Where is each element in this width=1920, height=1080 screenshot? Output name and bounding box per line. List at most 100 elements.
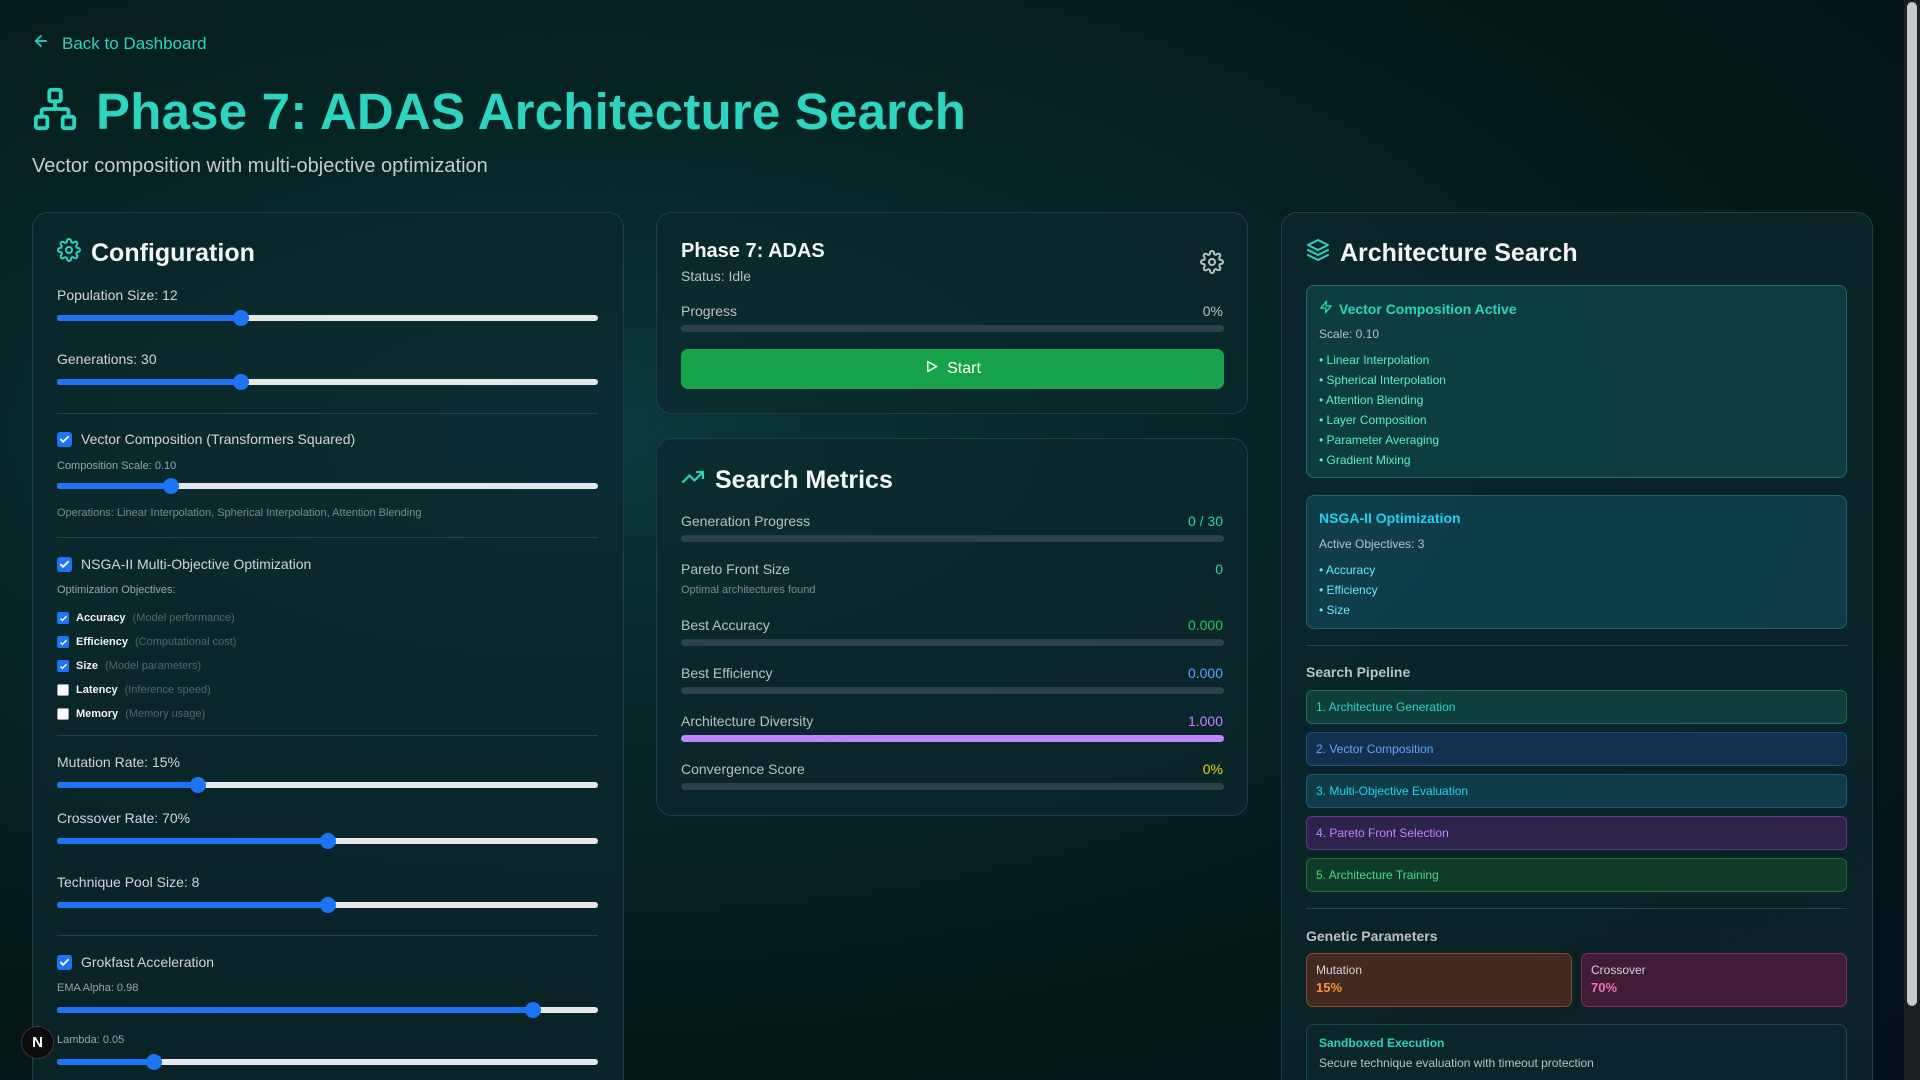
objective-desc: (Computational cost): [134, 636, 237, 648]
best-accuracy-value: 0.000: [1187, 617, 1223, 633]
objective-desc: (Inference speed): [124, 684, 211, 696]
vector-active-header: Vector Composition Active: [1319, 300, 1517, 317]
sandbox-panel: Sandboxed Execution Secure technique eva…: [1306, 1024, 1847, 1080]
pipeline-step: 1. Architecture Generation: [1306, 690, 1847, 724]
objective-efficiency[interactable]: Efficiency (Computational cost): [57, 630, 236, 654]
progress-percent: 0%: [1202, 303, 1223, 319]
convergence-label: Convergence Score: [681, 761, 805, 777]
vector-item: • Attention Blending: [1319, 393, 1424, 407]
diversity-bar: [681, 735, 1224, 742]
objective-checkbox[interactable]: [57, 708, 69, 720]
mutation-param-box: Mutation 15%: [1306, 953, 1572, 1007]
grokfast-checkbox[interactable]: [57, 954, 72, 970]
objective-accuracy[interactable]: Accuracy (Model performance): [57, 606, 236, 630]
page-title: Phase 7: ADAS Architecture Search: [96, 83, 967, 140]
objectives-list: Accuracy (Model performance) Efficiency …: [57, 606, 236, 726]
scrollbar-thumb[interactable]: [1907, 2, 1917, 1006]
slider-thumb[interactable]: [319, 897, 336, 913]
nsga-checkbox[interactable]: [57, 556, 72, 572]
search-pipeline-title: Search Pipeline: [1306, 664, 1411, 680]
objective-checkbox[interactable]: [57, 612, 69, 624]
architecture-search-header: Architecture Search: [1306, 238, 1578, 269]
slider-thumb[interactable]: [232, 374, 249, 390]
mutation-rate-slider[interactable]: [57, 777, 598, 793]
convergence-value: 0%: [1202, 761, 1223, 777]
objective-desc: (Memory usage): [125, 708, 206, 720]
best-accuracy-bar: [681, 639, 1224, 646]
nsga-active-objectives: Active Objectives: 3: [1319, 537, 1425, 551]
objective-name: Memory: [76, 708, 119, 720]
best-efficiency-value: 0.000: [1187, 665, 1223, 681]
divider: [57, 935, 598, 936]
gear-icon: [57, 238, 81, 269]
composition-scale-label: Composition Scale: 0.10: [57, 460, 177, 472]
composition-scale-slider[interactable]: [57, 478, 598, 494]
best-efficiency-bar: [681, 687, 1224, 694]
mutation-rate-label: Mutation Rate: 15%: [57, 754, 180, 770]
divider: [57, 735, 598, 736]
genetic-params-title: Genetic Parameters: [1306, 928, 1438, 944]
mutation-param-label: Mutation: [1316, 963, 1363, 977]
phase-status: Status: Idle: [681, 268, 752, 284]
phase-title: Phase 7: ADAS: [681, 240, 825, 262]
generation-progress-value: 0 / 30: [1187, 513, 1223, 529]
layers-icon: [1306, 238, 1330, 269]
pareto-front-sub: Optimal architectures found: [681, 584, 816, 596]
page-scrollbar[interactable]: [1904, 0, 1920, 1080]
search-metrics-header: Search Metrics: [681, 465, 893, 496]
operations-text: Operations: Linear Interpolation, Spheri…: [57, 507, 422, 519]
objective-size[interactable]: Size (Model parameters): [57, 654, 236, 678]
page-header: Phase 7: ADAS Architecture Search: [32, 82, 966, 141]
sandbox-title: Sandboxed Execution: [1319, 1036, 1445, 1050]
lambda-slider[interactable]: [57, 1054, 598, 1070]
crossover-param-value: 70%: [1591, 980, 1618, 995]
vector-scale: Scale: 0.10: [1319, 327, 1380, 341]
architecture-search-title: Architecture Search: [1340, 239, 1578, 267]
vector-item: • Layer Composition: [1319, 413, 1427, 427]
start-button[interactable]: Start: [681, 349, 1224, 389]
vector-composition-checkbox[interactable]: [57, 431, 72, 447]
generation-progress-bar: [681, 535, 1224, 542]
population-size-slider[interactable]: [57, 310, 598, 326]
technique-pool-label: Technique Pool Size: 8: [57, 874, 200, 890]
floating-n-badge[interactable]: N: [21, 1026, 54, 1059]
crossover-rate-label: Crossover Rate: 70%: [57, 810, 191, 826]
back-to-dashboard-link[interactable]: Back to Dashboard: [32, 32, 207, 55]
slider-thumb[interactable]: [162, 478, 179, 494]
diversity-label: Architecture Diversity: [681, 713, 814, 729]
grokfast-label: Grokfast Acceleration: [81, 954, 215, 970]
page-subtitle: Vector composition with multi-objective …: [32, 155, 488, 177]
slider-thumb[interactable]: [232, 310, 249, 326]
slider-thumb[interactable]: [319, 833, 336, 849]
settings-gear-icon[interactable]: [1200, 250, 1224, 279]
objective-name: Efficiency: [76, 636, 128, 648]
nsga-item: • Accuracy: [1319, 563, 1376, 577]
divider: [57, 413, 598, 414]
ema-alpha-slider[interactable]: [57, 1002, 598, 1018]
nsga-row: NSGA-II Multi-Objective Optimization: [57, 556, 311, 572]
diversity-value: 1.000: [1187, 713, 1223, 729]
vector-active-title: Vector Composition Active: [1339, 300, 1517, 317]
objective-latency[interactable]: Latency (Inference speed): [57, 678, 236, 702]
sandbox-text: Secure technique evaluation with timeout…: [1319, 1056, 1594, 1070]
grokfast-row: Grokfast Acceleration: [57, 954, 214, 970]
objective-desc: (Model parameters): [105, 660, 201, 672]
mutation-param-value: 15%: [1316, 980, 1343, 995]
crossover-rate-slider[interactable]: [57, 833, 598, 849]
technique-pool-slider[interactable]: [57, 897, 598, 913]
slider-thumb[interactable]: [525, 1002, 542, 1018]
objective-checkbox[interactable]: [57, 636, 69, 648]
objective-checkbox[interactable]: [57, 684, 69, 696]
vector-item: • Gradient Mixing: [1319, 453, 1411, 467]
pipeline-step: 2. Vector Composition: [1306, 732, 1847, 766]
start-label: Start: [947, 360, 981, 377]
slider-thumb[interactable]: [189, 777, 206, 793]
best-efficiency-label: Best Efficiency: [681, 665, 773, 681]
objective-memory[interactable]: Memory (Memory usage): [57, 702, 236, 726]
generations-slider[interactable]: [57, 374, 598, 390]
vector-composition-label: Vector Composition (Transformers Squared…: [81, 431, 356, 447]
objective-checkbox[interactable]: [57, 660, 69, 672]
progress-bar: [681, 325, 1224, 332]
divider: [1306, 908, 1847, 909]
back-label: Back to Dashboard: [62, 33, 207, 53]
